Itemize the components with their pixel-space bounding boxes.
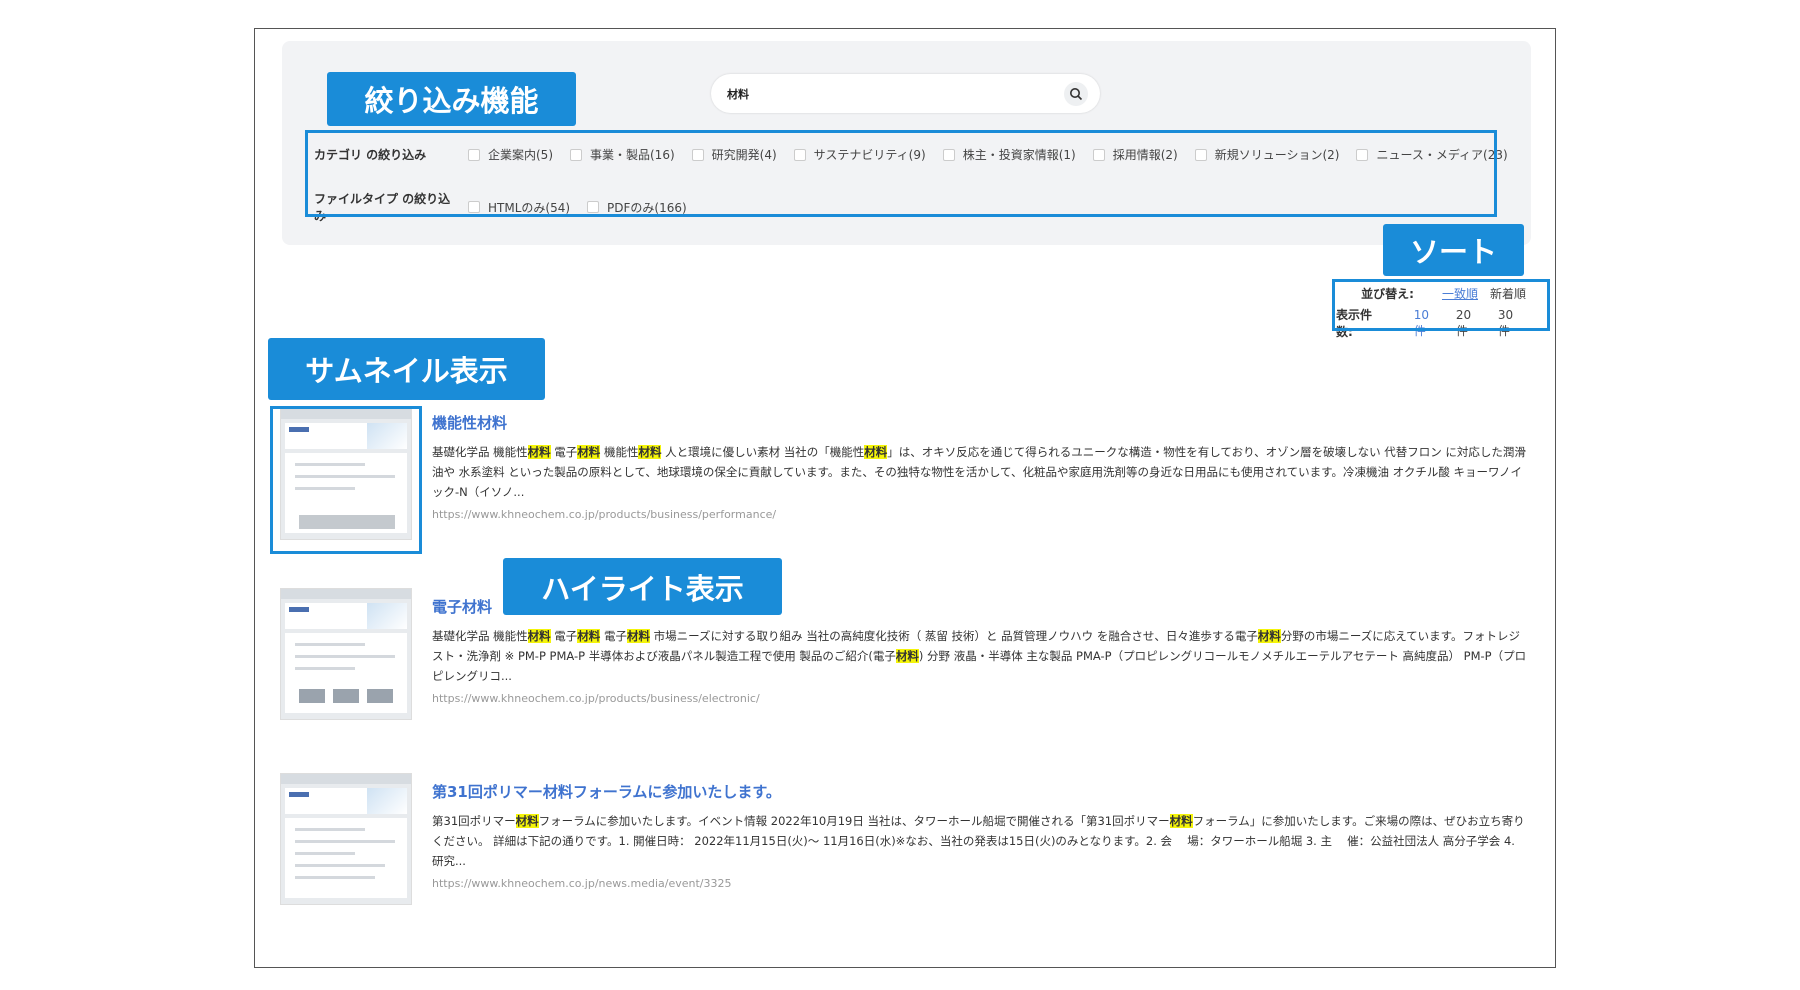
- snippet-text: 基礎化学品 機能性: [432, 629, 528, 643]
- snippet-text: 人と環境に優しい素材 当社の「機能性: [661, 445, 865, 459]
- snippet-text: 第31回ポリマー: [432, 814, 516, 828]
- annotation-thumbnail-box: [270, 406, 422, 554]
- search-box[interactable]: [711, 74, 1100, 113]
- result-url-link[interactable]: https://www.khneochem.co.jp/products/bus…: [432, 692, 760, 705]
- highlight-term: 材料: [527, 445, 551, 459]
- highlight-term: 材料: [1257, 629, 1281, 643]
- annotation-highlight-label: ハイライト表示: [503, 558, 782, 615]
- annotation-sort-label: ソート: [1383, 224, 1524, 276]
- search-icon[interactable]: [1064, 82, 1088, 106]
- result-snippet: 基礎化学品 機能性材料 電子材料 機能性材料 人と環境に優しい素材 当社の「機能…: [432, 442, 1530, 502]
- snippet-text: 機能性: [600, 445, 639, 459]
- snippet-text: 電子: [550, 629, 578, 643]
- result-thumbnail[interactable]: [280, 588, 412, 720]
- highlight-term: 材料: [895, 649, 919, 663]
- snippet-text: 電子: [550, 445, 578, 459]
- annotation-thumbnail-label: サムネイル表示: [268, 338, 545, 400]
- result-thumbnail[interactable]: [280, 773, 412, 905]
- snippet-text: 電子: [600, 629, 627, 643]
- snippet-text: フォーラムに参加いたします。イベント情報 2022年10月19日 当社は、タワー…: [538, 814, 1170, 828]
- highlight-term: 材料: [527, 629, 551, 643]
- annotation-filter-label: 絞り込み機能: [327, 72, 576, 126]
- highlight-term: 材料: [1169, 814, 1193, 828]
- highlight-term: 材料: [626, 629, 650, 643]
- highlight-term: 材料: [577, 629, 601, 643]
- highlight-term: 材料: [577, 445, 601, 459]
- search-input[interactable]: [727, 74, 1047, 113]
- result-snippet: 基礎化学品 機能性材料 電子材料 電子材料 市場ニーズに対する取り組み 当社の高…: [432, 626, 1530, 686]
- result-title-link[interactable]: 機能性材料: [432, 412, 507, 433]
- result-url-link[interactable]: https://www.khneochem.co.jp/news.media/e…: [432, 877, 732, 890]
- highlight-term: 材料: [638, 445, 662, 459]
- result-snippet: 第31回ポリマー材料フォーラムに参加いたします。イベント情報 2022年10月1…: [432, 811, 1530, 871]
- annotation-sort-box: [1332, 279, 1550, 331]
- annotation-filter-box: [305, 130, 1497, 217]
- result-title-link[interactable]: 電子材料: [432, 596, 492, 617]
- result-url-link[interactable]: https://www.khneochem.co.jp/products/bus…: [432, 508, 776, 521]
- highlight-term: 材料: [515, 814, 539, 828]
- snippet-text: 市場ニーズに対する取り組み 当社の高純度化技術（ 蒸留 技術）と 品質管理ノウハ…: [649, 629, 1258, 643]
- snippet-text: 基礎化学品 機能性: [432, 445, 528, 459]
- highlight-term: 材料: [864, 445, 888, 459]
- result-title-link[interactable]: 第31回ポリマー材料フォーラムに参加いたします。: [432, 781, 781, 802]
